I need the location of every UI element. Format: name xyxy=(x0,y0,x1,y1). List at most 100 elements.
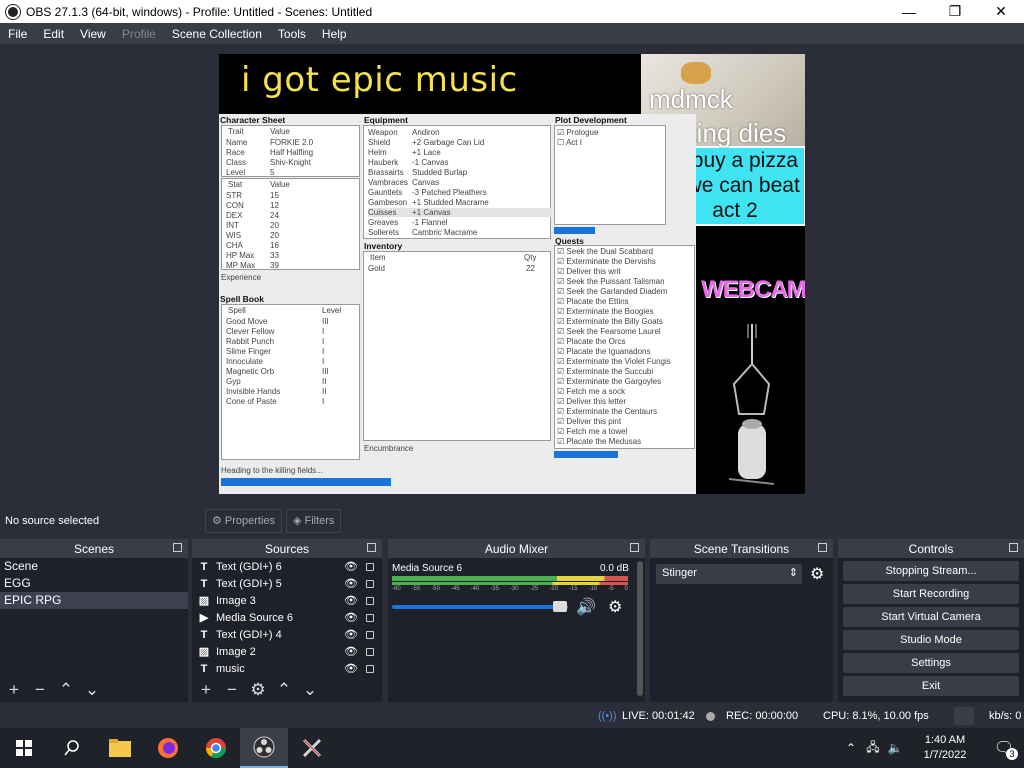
clock[interactable]: 1:40 AM 1/7/2022 xyxy=(906,733,984,763)
notifications-icon[interactable]: 🗨 3 xyxy=(984,738,1024,760)
add-source-button[interactable]: + xyxy=(196,680,216,700)
minimize-button[interactable]: — xyxy=(886,0,932,23)
move-down-button[interactable]: ⌄ xyxy=(82,680,102,700)
float-dock-icon[interactable] xyxy=(818,543,827,552)
source-item[interactable]: ▨ Image 2 👁 xyxy=(192,643,382,660)
menu-profile[interactable]: Profile xyxy=(114,27,164,41)
close-button[interactable]: ✕ xyxy=(978,0,1024,23)
menu-file[interactable]: File xyxy=(0,27,35,41)
remove-scene-button[interactable]: − xyxy=(30,680,50,700)
lock-icon[interactable] xyxy=(366,614,374,622)
eye-icon[interactable]: 👁 xyxy=(344,577,358,590)
preview-area[interactable]: i got epic music mdmck fucking dies ill … xyxy=(0,44,1024,504)
properties-button[interactable]: ⚙ Properties xyxy=(205,508,283,533)
lock-icon[interactable] xyxy=(366,665,374,673)
windows-taskbar: ⌃ 🖧 🔈 1:40 AM 1/7/2022 🗨 3 xyxy=(0,728,1024,768)
exit-button[interactable]: Exit xyxy=(843,676,1019,696)
mixer-scale-tick: -45 xyxy=(450,586,460,592)
window-title-bar: OBS 27.1.3 (64-bit, windows) - Profile: … xyxy=(0,0,1024,23)
gear-icon[interactable]: ⚙ xyxy=(608,597,622,617)
text-icon: T xyxy=(200,560,208,573)
move-up-button[interactable]: ⌃ xyxy=(56,680,76,700)
eye-icon[interactable]: 👁 xyxy=(344,645,358,658)
float-dock-icon[interactable] xyxy=(1009,543,1018,552)
source-item[interactable]: ▨ Image 3 👁 xyxy=(192,592,382,609)
chrome-icon[interactable] xyxy=(192,728,240,768)
eye-icon[interactable]: 👁 xyxy=(344,662,358,675)
menu-tools[interactable]: Tools xyxy=(270,27,314,41)
firefox-icon[interactable] xyxy=(144,728,192,768)
source-item[interactable]: T Text (GDI+) 5 👁 xyxy=(192,575,382,592)
lock-icon[interactable] xyxy=(366,597,374,605)
windows-start-icon[interactable] xyxy=(0,728,48,768)
mixer-scale-tick: -15 xyxy=(568,586,578,592)
mixer-scale-tick: -35 xyxy=(490,586,499,592)
lock-icon[interactable] xyxy=(366,580,374,588)
maximize-button[interactable]: ❐ xyxy=(932,0,978,23)
progress-quest-taskbar-icon[interactable] xyxy=(288,728,336,768)
scene-item[interactable]: Scene xyxy=(0,558,188,575)
volume-slider[interactable] xyxy=(392,605,568,609)
gear-icon[interactable]: ⚙ xyxy=(810,564,824,584)
lock-icon[interactable] xyxy=(366,648,374,656)
lock-icon[interactable] xyxy=(366,631,374,639)
banner-text: i got epic music xyxy=(241,60,518,100)
plot-list: ☑ Prologue ☐ Act I xyxy=(554,125,666,225)
filters-button[interactable]: ◈ Filters xyxy=(286,508,342,533)
studio-mode-button[interactable]: Studio Mode xyxy=(843,630,1019,650)
mixer-db-readout: 0.0 dB xyxy=(600,563,629,574)
eye-icon[interactable]: 👁 xyxy=(344,628,358,641)
source-settings-button[interactable]: ⚙ xyxy=(248,680,268,700)
volume-icon[interactable]: 🔈 xyxy=(884,741,906,755)
image-icon: ▨ xyxy=(198,595,210,607)
eye-icon[interactable]: 👁 xyxy=(344,594,358,607)
source-item[interactable]: T Text (GDI+) 6 👁 xyxy=(192,558,382,575)
mixer-scale-tick: -55 xyxy=(411,586,421,592)
transition-select[interactable]: Stinger ⇕ xyxy=(656,564,802,584)
mixer-scale-tick: -60 xyxy=(392,586,401,592)
menu-edit[interactable]: Edit xyxy=(35,27,72,41)
settings-button[interactable]: Settings xyxy=(843,653,1019,673)
mixer-scrollbar[interactable] xyxy=(637,561,643,696)
menu-help[interactable]: Help xyxy=(314,27,355,41)
start-recording-button[interactable]: Start Recording xyxy=(843,584,1019,604)
live-timer: LIVE: 00:01:42 xyxy=(622,710,695,722)
volume-slider-handle[interactable] xyxy=(553,601,567,612)
webcam-label: WEBCAM xyxy=(701,276,805,303)
preview-canvas[interactable]: i got epic music mdmck fucking dies ill … xyxy=(219,54,805,494)
start-virtual-camera-button[interactable]: Start Virtual Camera xyxy=(843,607,1019,627)
chevron-up-icon[interactable]: ⌃ xyxy=(840,741,862,755)
source-item[interactable]: ▶ Media Source 6 👁 xyxy=(192,609,382,626)
network-icon[interactable]: 🖧 xyxy=(862,738,884,759)
source-item[interactable]: Tmusic 👁 xyxy=(192,660,382,677)
speaker-icon[interactable]: 🔊 xyxy=(576,597,596,617)
remove-source-button[interactable]: − xyxy=(222,680,242,700)
sources-title: Sources xyxy=(264,541,310,556)
float-dock-icon[interactable] xyxy=(173,543,182,552)
lock-icon[interactable] xyxy=(366,563,374,571)
float-dock-icon[interactable] xyxy=(367,543,376,552)
menu-view[interactable]: View xyxy=(72,27,114,41)
move-up-button[interactable]: ⌃ xyxy=(274,680,294,700)
add-scene-button[interactable]: + xyxy=(4,680,24,700)
plot-progress-bar xyxy=(554,227,595,234)
obs-taskbar-icon[interactable] xyxy=(240,728,288,768)
source-item[interactable]: T Text (GDI+) 4 👁 xyxy=(192,626,382,643)
menu-scene-collection[interactable]: Scene Collection xyxy=(164,27,270,41)
equipment-table: Weapon Andiron Shield +2 Garbage Can Lid H… xyxy=(363,125,552,239)
audio-mixer-dock: Audio Mixer Media Source 6 0.0 dB -60 -55… xyxy=(388,539,645,702)
mixer-scale-tick: -40 xyxy=(470,586,480,592)
float-dock-icon[interactable] xyxy=(630,543,639,552)
search-icon[interactable] xyxy=(48,728,96,768)
stop-streaming-button[interactable]: Stopping Stream... xyxy=(843,561,1019,581)
move-down-button[interactable]: ⌄ xyxy=(300,680,320,700)
progress-quest-window: Character Sheet Trait Value Name FORKIE 2… xyxy=(219,114,696,494)
eye-icon[interactable]: 👁 xyxy=(344,611,358,624)
mixer-scale-tick: 0 xyxy=(624,586,628,592)
notification-count: 3 xyxy=(1006,748,1018,760)
file-explorer-icon[interactable] xyxy=(96,728,144,768)
scene-item[interactable]: EGG xyxy=(0,575,188,592)
eye-icon[interactable]: 👁 xyxy=(344,560,358,573)
scene-item[interactable]: EPIC RPG xyxy=(0,592,188,609)
fork-robot-image xyxy=(728,324,775,485)
